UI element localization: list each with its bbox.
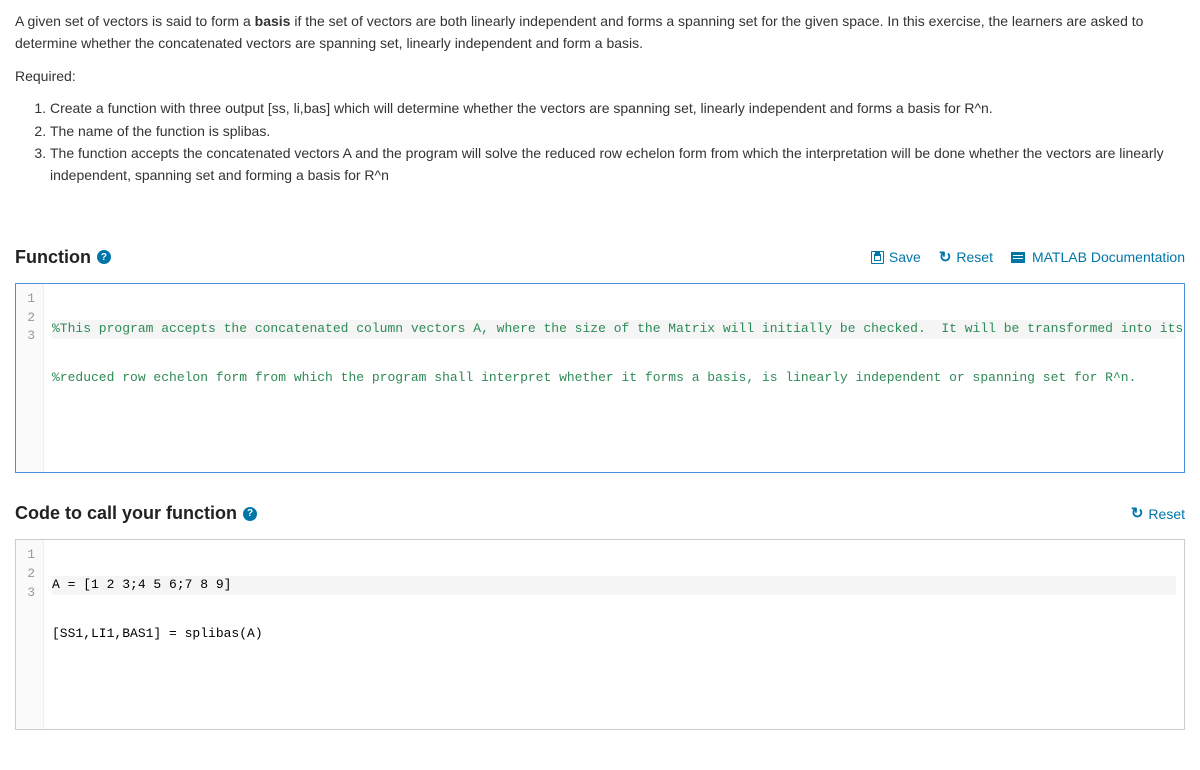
reset-icon: ↻ — [1131, 506, 1144, 521]
requirement-list: Create a function with three output [ss,… — [50, 97, 1185, 187]
code-line: A = [1 2 3;4 5 6;7 8 9] — [52, 577, 231, 592]
book-icon — [1011, 252, 1025, 263]
matlab-docs-button[interactable]: MATLAB Documentation — [1011, 249, 1185, 265]
function-title: Function ? — [15, 247, 111, 268]
intro-bold: basis — [255, 13, 291, 29]
required-label: Required: — [15, 65, 1185, 87]
code-content[interactable]: %This program accepts the concatenated c… — [44, 284, 1184, 473]
caller-title-text: Code to call your function — [15, 503, 237, 524]
requirement-item: The function accepts the concatenated ve… — [50, 142, 1185, 187]
reset-icon: ↻ — [939, 250, 952, 265]
requirement-item: Create a function with three output [ss,… — [50, 97, 1185, 119]
caller-title: Code to call your function ? — [15, 503, 257, 524]
reset-label: Reset — [956, 249, 993, 265]
function-title-text: Function — [15, 247, 91, 268]
function-code-editor[interactable]: 1 2 3 %This program accepts the concaten… — [15, 283, 1185, 474]
line-number: 3 — [22, 327, 35, 346]
line-number: 1 — [22, 546, 35, 565]
line-number: 3 — [22, 584, 35, 603]
function-toolbar: Save ↻ Reset MATLAB Documentation — [871, 249, 1185, 265]
help-icon[interactable]: ? — [243, 507, 257, 521]
save-button[interactable]: Save — [871, 249, 921, 265]
reset-button[interactable]: ↻ Reset — [939, 249, 993, 265]
docs-label: MATLAB Documentation — [1032, 249, 1185, 265]
caller-section-header: Code to call your function ? ↻ Reset — [15, 503, 1185, 524]
code-line: %reduced row echelon form from which the… — [52, 370, 1136, 385]
intro-paragraph: A given set of vectors is said to form a… — [15, 10, 1185, 55]
caller-toolbar: ↻ Reset — [1131, 506, 1185, 522]
line-number: 2 — [22, 309, 35, 328]
line-number: 1 — [22, 290, 35, 309]
code-line: %This program accepts the concatenated c… — [52, 321, 1183, 336]
code-line: [SS1,LI1,BAS1] = splibas(A) — [52, 626, 263, 641]
function-section-header: Function ? Save ↻ Reset MATLAB Documenta… — [15, 247, 1185, 268]
save-label: Save — [889, 249, 921, 265]
line-gutter: 1 2 3 — [16, 540, 44, 729]
code-content[interactable]: A = [1 2 3;4 5 6;7 8 9] [SS1,LI1,BAS1] =… — [44, 540, 1184, 729]
intro-text-1: A given set of vectors is said to form a — [15, 13, 255, 29]
reset-label: Reset — [1148, 506, 1185, 522]
line-gutter: 1 2 3 — [16, 284, 44, 473]
line-number: 2 — [22, 565, 35, 584]
requirement-item: The name of the function is splibas. — [50, 120, 1185, 142]
help-icon[interactable]: ? — [97, 250, 111, 264]
caller-code-editor[interactable]: 1 2 3 A = [1 2 3;4 5 6;7 8 9] [SS1,LI1,B… — [15, 539, 1185, 730]
save-icon — [871, 251, 884, 264]
reset-button[interactable]: ↻ Reset — [1131, 506, 1185, 522]
